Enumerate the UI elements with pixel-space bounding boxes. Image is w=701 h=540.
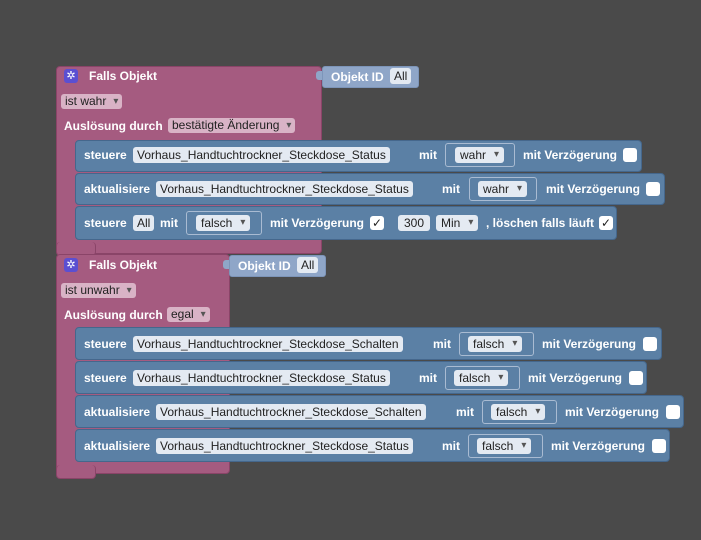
block1-title: Falls Objekt xyxy=(89,69,158,83)
block1-trigger-dropdown[interactable]: bestätigte Änderung xyxy=(168,118,296,133)
delay-checkbox[interactable] xyxy=(623,148,637,162)
delay-label: mit Verzögerung xyxy=(528,371,623,385)
object-field[interactable]: All xyxy=(133,215,155,231)
object-field[interactable]: Vorhaus_Handtuchtrockner_Steckdose_Statu… xyxy=(156,438,413,454)
delay-value-field[interactable]: 300 xyxy=(398,215,431,231)
row-verb: aktualisiere xyxy=(84,405,151,419)
block1-trigger-label: Auslösung durch xyxy=(64,119,163,133)
value-dropdown[interactable]: falsch xyxy=(454,370,509,386)
block2-object-id-value[interactable]: All xyxy=(297,257,319,273)
row-verb: steuere xyxy=(84,337,127,351)
value-dropdown[interactable]: wahr xyxy=(455,147,505,163)
delay-label: mit Verzögerung xyxy=(565,405,660,419)
delay-checkbox[interactable] xyxy=(652,439,666,453)
block2-trigger-label: Auslösung durch xyxy=(64,308,163,322)
object-field[interactable]: Vorhaus_Handtuchtrockner_Steckdose_Statu… xyxy=(133,147,390,163)
block2-condition-dropdown[interactable]: ist unwahr xyxy=(61,283,136,298)
clear-label: , löschen falls läuft xyxy=(486,216,595,230)
row-verb: steuere xyxy=(84,216,127,230)
delay-checkbox[interactable]: ✓ xyxy=(370,216,384,230)
delay-label: mit Verzögerung xyxy=(542,337,637,351)
block2-object-id-label: Objekt ID xyxy=(238,259,291,273)
gear-icon[interactable]: ✲ xyxy=(64,69,78,83)
block1-object-id-label: Objekt ID xyxy=(331,70,384,84)
row-mit: mit xyxy=(442,439,460,453)
row-mit: mit xyxy=(442,182,460,196)
delay-checkbox[interactable] xyxy=(666,405,680,419)
delay-checkbox[interactable] xyxy=(629,371,643,385)
clear-checkbox[interactable]: ✓ xyxy=(599,216,613,230)
delay-label: mit Verzögerung xyxy=(546,182,641,196)
block2-title: Falls Objekt xyxy=(89,258,158,272)
row-mit: mit xyxy=(456,405,474,419)
value-dropdown[interactable]: falsch xyxy=(491,404,546,420)
block1-object-id-value[interactable]: All xyxy=(390,68,412,84)
delay-label: mit Verzögerung xyxy=(551,439,646,453)
value-dropdown[interactable]: falsch xyxy=(196,215,251,231)
value-dropdown[interactable]: falsch xyxy=(468,336,523,352)
object-field[interactable]: Vorhaus_Handtuchtrockner_Steckdose_Schal… xyxy=(133,336,403,352)
value-dropdown[interactable]: falsch xyxy=(477,438,532,454)
row-mit: mit xyxy=(433,337,451,351)
block1-condition-dropdown[interactable]: ist wahr xyxy=(61,94,123,109)
row-verb: aktualisiere xyxy=(84,182,151,196)
value-dropdown[interactable]: wahr xyxy=(478,181,528,197)
unit-dropdown[interactable]: Min xyxy=(436,215,479,231)
delay-checkbox[interactable] xyxy=(646,182,660,196)
row-mit: mit xyxy=(419,148,437,162)
object-field[interactable]: Vorhaus_Handtuchtrockner_Steckdose_Statu… xyxy=(133,370,390,386)
object-field[interactable]: Vorhaus_Handtuchtrockner_Steckdose_Statu… xyxy=(156,181,413,197)
row-mit: mit xyxy=(419,371,437,385)
object-field[interactable]: Vorhaus_Handtuchtrockner_Steckdose_Schal… xyxy=(156,404,426,420)
gear-icon[interactable]: ✲ xyxy=(64,258,78,272)
trigger-block-2-bottom xyxy=(56,465,96,479)
row-verb: aktualisiere xyxy=(84,439,151,453)
delay-label: mit Verzögerung xyxy=(523,148,618,162)
delay-label: mit Verzögerung xyxy=(270,216,365,230)
row-verb: steuere xyxy=(84,148,127,162)
row-verb: steuere xyxy=(84,371,127,385)
row-mit: mit xyxy=(160,216,178,230)
delay-checkbox[interactable] xyxy=(643,337,657,351)
block2-trigger-dropdown[interactable]: egal xyxy=(167,307,210,322)
